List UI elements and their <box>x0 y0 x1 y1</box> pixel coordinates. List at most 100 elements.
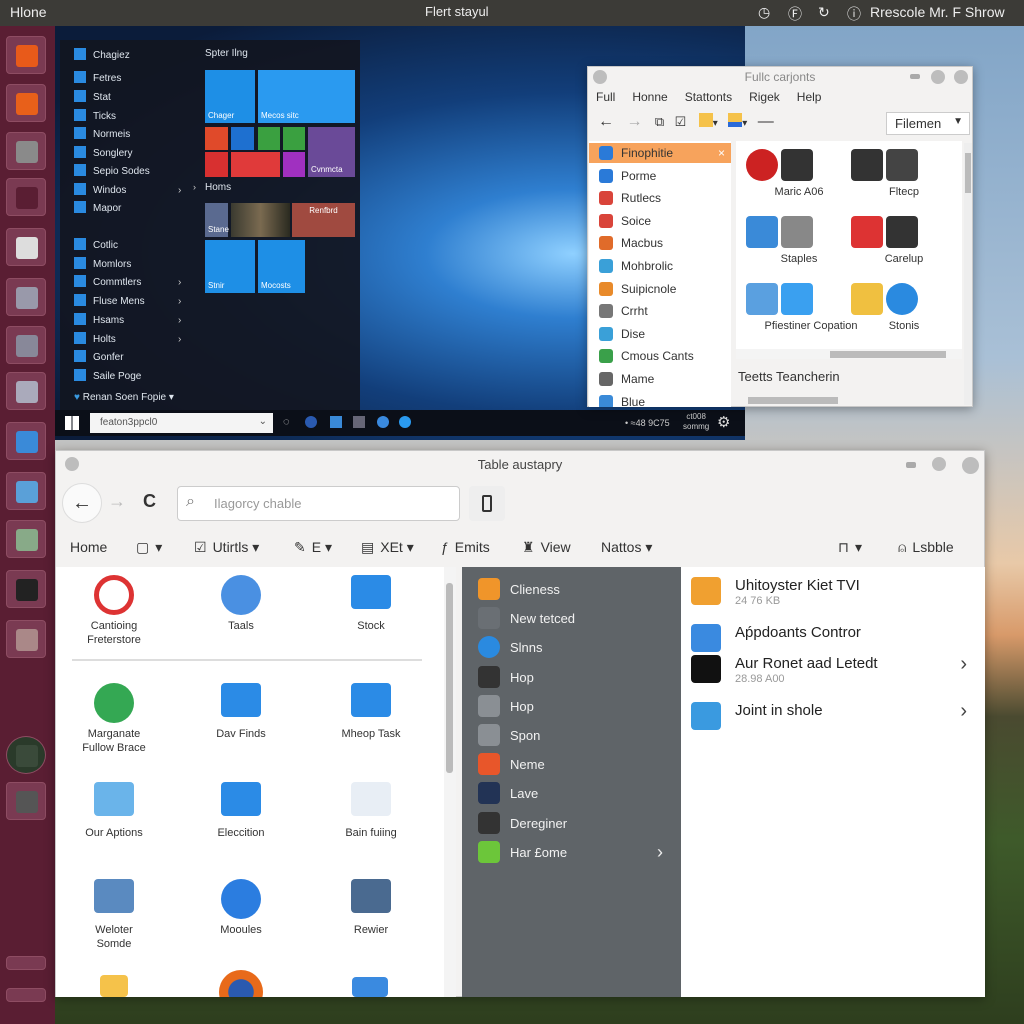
start-menu-item[interactable]: Songlery <box>74 146 132 162</box>
folder-network-icon[interactable] <box>728 113 743 127</box>
app-icon[interactable] <box>781 283 813 315</box>
close-button[interactable] <box>962 457 979 474</box>
menu-honne[interactable]: Honne <box>632 90 667 104</box>
folder-icon[interactable] <box>100 975 128 997</box>
panel-item[interactable]: New tetced <box>478 606 575 632</box>
panel-item[interactable]: Neme <box>478 752 545 778</box>
vertical-scrollbar[interactable] <box>964 143 972 405</box>
start-menu-item[interactable]: Fetres <box>74 71 121 87</box>
chevron-down-icon[interactable]: ▾ <box>742 118 747 129</box>
back-button[interactable]: ← <box>62 483 102 523</box>
start-menu-item[interactable]: Fluse Mens <box>74 294 145 310</box>
menu-rigek[interactable]: Rigek <box>749 90 780 104</box>
app-label[interactable]: Our Aptions <box>59 826 169 840</box>
start-menu-item[interactable]: Ticks <box>74 109 116 125</box>
tile-store[interactable]: Mocosts <box>258 240 305 293</box>
add-workspace-launcher[interactable] <box>6 782 46 820</box>
search-launcher[interactable] <box>6 132 46 170</box>
text-editor-launcher[interactable] <box>6 84 46 122</box>
app-icon[interactable] <box>351 782 391 816</box>
news-tile[interactable]: Renfbrd <box>292 203 355 237</box>
app-label[interactable]: Bain fuiing <box>316 826 426 840</box>
app-label[interactable]: Mheop Task <box>316 727 426 741</box>
minimize-button[interactable] <box>910 74 920 79</box>
disks-launcher[interactable] <box>6 520 46 558</box>
spreadsheet-launcher[interactable] <box>6 472 46 510</box>
chevron-right-icon[interactable]: › <box>178 185 181 196</box>
horizontal-scrollbar[interactable] <box>736 349 962 359</box>
start-menu-item[interactable]: Holts <box>74 332 116 348</box>
app-icon[interactable] <box>351 575 391 609</box>
app-icon[interactable] <box>886 216 918 248</box>
app-icon[interactable] <box>94 879 134 913</box>
tile[interactable] <box>283 127 305 150</box>
app-icon[interactable] <box>746 283 778 315</box>
sidebar-item[interactable]: Rutlecs <box>599 188 661 208</box>
icon-label[interactable]: Maric A06 <box>744 185 854 199</box>
lock-menu[interactable]: ⍝ Lsbble <box>898 539 954 556</box>
app-icon[interactable] <box>221 782 261 816</box>
menu-item[interactable]: ♜ View <box>522 539 571 556</box>
chevron-right-icon[interactable]: › <box>657 842 663 863</box>
list-item[interactable]: Joint in shole <box>691 702 981 730</box>
close-icon[interactable]: × <box>718 143 725 163</box>
list-item[interactable]: Aur Ronet aad Letedt 28.98 A00 <box>691 655 981 685</box>
info-icon[interactable]: ⓘ <box>847 4 861 24</box>
panel-item[interactable]: Slnns <box>478 635 543 661</box>
panel-item[interactable]: Hop <box>478 665 534 691</box>
app-icon[interactable] <box>746 216 778 248</box>
windows-start-icon[interactable] <box>65 416 79 430</box>
menu-item[interactable]: ▢ ▾ <box>136 539 162 556</box>
app-label[interactable]: Marganate Fullow Brace <box>59 727 169 755</box>
explorer-icon[interactable] <box>353 416 365 428</box>
app-icon[interactable] <box>94 782 134 816</box>
panel-item[interactable]: Spon <box>478 723 540 749</box>
chevron-right-icon[interactable]: › <box>178 334 181 345</box>
panel-item[interactable]: Clieness <box>478 577 560 603</box>
folder-icon[interactable] <box>698 113 713 127</box>
back-icon[interactable]: ← <box>598 113 614 130</box>
clock-launcher[interactable] <box>6 736 46 774</box>
tile[interactable] <box>205 152 228 177</box>
app-label[interactable]: Eleccition <box>186 826 296 840</box>
sidebar-item[interactable]: Porme <box>599 166 656 186</box>
search-input[interactable]: ⌕ Ilagorcy chable <box>177 486 460 521</box>
activities-label[interactable]: Hlone <box>10 4 47 20</box>
minimize-launcher[interactable] <box>6 956 46 970</box>
sidebar-item[interactable]: Soice <box>599 211 651 231</box>
task-view-icon[interactable]: ◌ <box>283 416 290 428</box>
list-item[interactable]: Uhitoyster Kiet TVI 24 76 KB <box>691 577 981 607</box>
sidebar-item[interactable]: Finophitie × <box>589 143 731 163</box>
image-viewer-launcher[interactable] <box>6 326 46 364</box>
start-menu-item[interactable]: Commtlers <box>74 275 141 291</box>
reload-button[interactable]: C <box>143 491 156 512</box>
app-icon[interactable] <box>781 216 813 248</box>
clock-icon[interactable]: ◷ <box>758 4 770 21</box>
maximize-button[interactable] <box>931 70 945 84</box>
panel-item[interactable]: Lave <box>478 781 538 807</box>
app-icon[interactable] <box>221 575 261 615</box>
chevron-right-icon[interactable]: › <box>960 653 967 676</box>
menu-item[interactable]: Home <box>70 539 107 555</box>
cable-launcher[interactable] <box>6 278 46 316</box>
sidebar-item[interactable]: Mame <box>599 369 654 389</box>
qr-launcher[interactable] <box>6 228 46 266</box>
app-icon[interactable] <box>851 216 883 248</box>
forward-icon[interactable]: → <box>626 113 642 130</box>
app-label[interactable]: Mooules <box>186 923 296 937</box>
start-menu-item[interactable]: Hsams <box>74 313 124 329</box>
menu-item[interactable]: ▤ XEt ▾ <box>361 539 414 556</box>
menu-stattonts[interactable]: Stattonts <box>685 90 732 104</box>
settings-launcher[interactable] <box>6 36 46 74</box>
start-menu-item[interactable]: Normeis <box>74 127 130 143</box>
sidebar-item[interactable]: Blue <box>599 392 645 407</box>
app-icon[interactable] <box>352 977 388 997</box>
app-label[interactable]: Dav Finds <box>186 727 296 741</box>
tray-status[interactable]: • ≈48 9C75 <box>625 418 670 428</box>
sidebar-item[interactable]: Macbus <box>599 233 663 253</box>
app-label[interactable]: Taals <box>186 619 296 633</box>
edge-icon[interactable] <box>377 416 389 428</box>
app-label[interactable]: Weloter Somde <box>59 923 169 951</box>
gear-icon[interactable]: ⚙ <box>717 413 730 431</box>
menu-item[interactable]: Nattos ▾ <box>601 539 652 556</box>
